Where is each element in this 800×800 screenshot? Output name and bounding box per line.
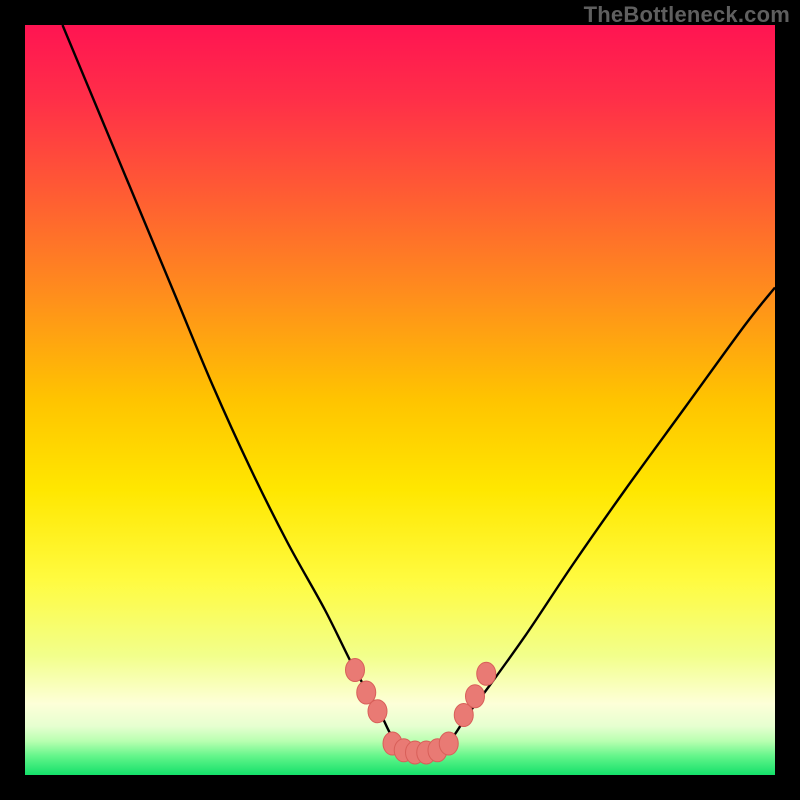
watermark-text: TheBottleneck.com bbox=[584, 2, 790, 28]
curve-marker bbox=[368, 700, 387, 723]
bottleneck-chart bbox=[25, 25, 775, 775]
curve-marker bbox=[466, 685, 485, 708]
curve-marker bbox=[439, 732, 458, 755]
outer-frame: TheBottleneck.com bbox=[0, 0, 800, 800]
curve-marker bbox=[357, 681, 376, 704]
curve-marker bbox=[477, 662, 496, 685]
plot-area bbox=[25, 25, 775, 775]
curve-marker bbox=[454, 704, 473, 727]
gradient-background bbox=[25, 25, 775, 775]
curve-marker bbox=[346, 659, 365, 682]
